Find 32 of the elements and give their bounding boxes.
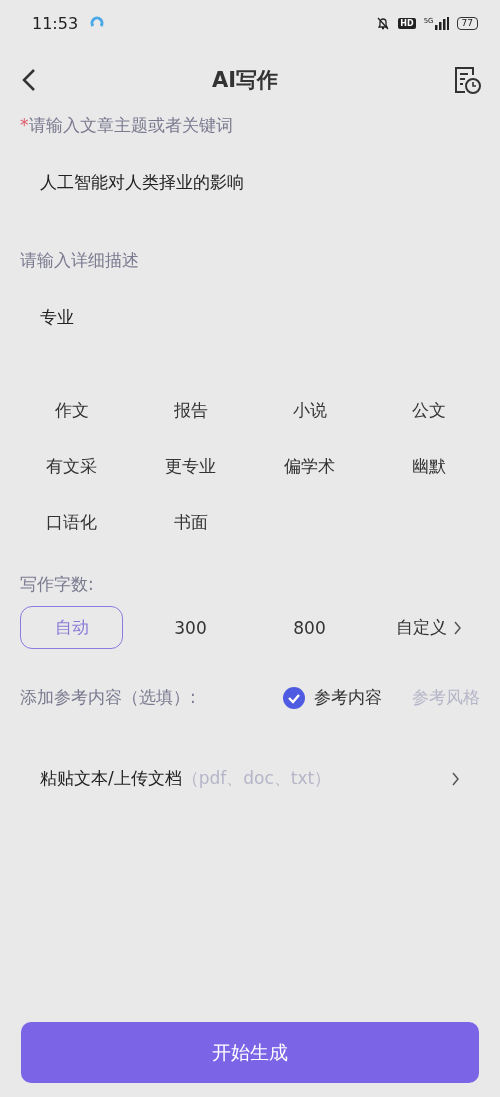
topic-field[interactable]: 人工智能对人类择业的影响 (0, 137, 500, 243)
style-tag[interactable]: 报告 (131, 398, 250, 423)
field-label: *请输入文章主题或者关键词 (19, 114, 234, 137)
style-tag[interactable]: 偏学术 (250, 454, 369, 479)
section-label: 添加参考内容（选填）: (20, 686, 197, 709)
style-tag[interactable]: 幽默 (369, 454, 488, 479)
style-tag[interactable]: 口语化 (12, 510, 131, 535)
style-tag[interactable]: 作文 (12, 398, 131, 423)
chevron-right-icon (451, 770, 460, 787)
style-tag[interactable]: 书面 (131, 510, 250, 535)
reference-option[interactable]: 参考内容 (283, 686, 382, 709)
muted-bell-icon (376, 16, 391, 30)
generate-button[interactable]: 开始生成 (21, 1022, 479, 1083)
field-label: 请输入详细描述 (19, 249, 140, 272)
chevron-right-icon (452, 619, 462, 636)
word-count-option[interactable]: 800 (258, 606, 361, 649)
history-icon[interactable] (454, 66, 482, 94)
hd-badge: HD (398, 17, 416, 29)
signal-icon (434, 16, 449, 30)
word-count-option[interactable]: 自定义 (377, 606, 480, 649)
style-tag[interactable]: 更专业 (131, 454, 250, 479)
description-field[interactable]: 专业 (0, 272, 500, 398)
style-tag[interactable]: 公文 (369, 398, 488, 423)
style-tag[interactable]: 小说 (250, 398, 369, 423)
section-label: 写作字数: (19, 573, 95, 596)
status-time: 11:53 (32, 13, 79, 33)
check-icon (283, 686, 305, 709)
page-title: AI写作 (210, 67, 280, 94)
back-icon[interactable] (22, 68, 36, 92)
word-count-option[interactable]: 300 (139, 606, 242, 649)
battery-indicator: 77 (456, 16, 478, 30)
style-tag[interactable]: 有文采 (12, 454, 131, 479)
